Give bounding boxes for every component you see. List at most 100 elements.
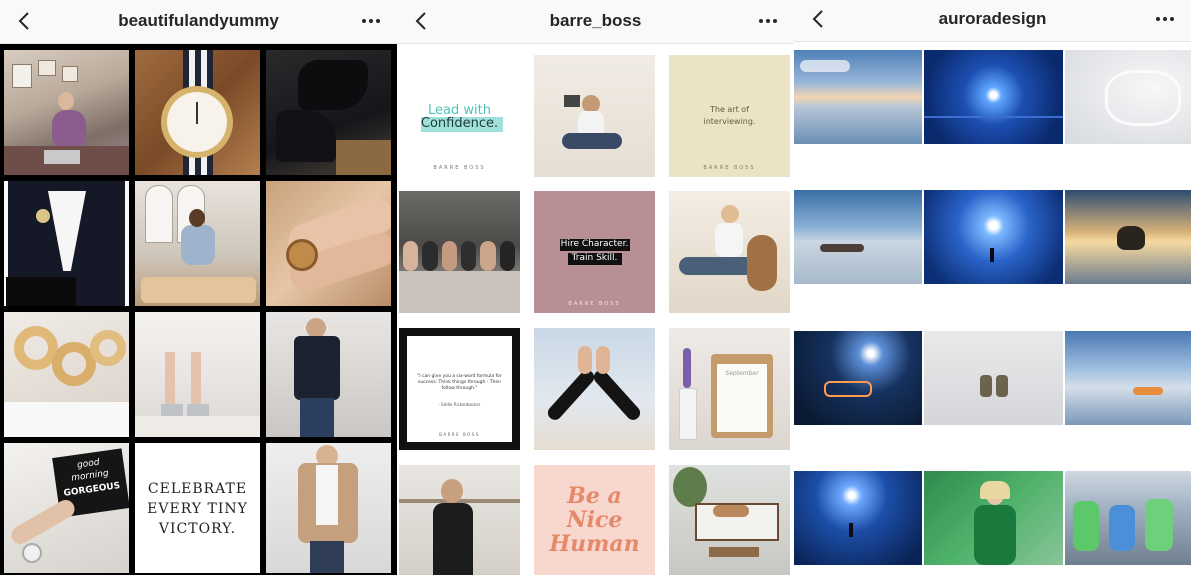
chevron-left-icon[interactable] <box>808 8 830 30</box>
post-thumbnail-sunset-rock[interactable] <box>1065 190 1191 284</box>
quote-text: success: Think things through - Then <box>417 380 502 385</box>
hand <box>596 346 610 374</box>
post-thumbnail-boots-salt[interactable] <box>924 331 1063 425</box>
vase <box>679 388 697 440</box>
post-thumbnail-ring[interactable] <box>266 181 391 306</box>
post-thumbnail-good-morning[interactable]: good morning GORGEOUS <box>4 443 129 573</box>
brand-mark: BARRE BOSS <box>703 165 756 171</box>
boot <box>980 375 992 397</box>
post-thumbnail-art-interviewing[interactable]: The art of interviewing. BARRE BOSS <box>669 55 790 177</box>
watch <box>36 209 50 223</box>
profile-panel-beautifulandyummy: beautifulandyummy good morning GORGEOUS … <box>0 0 397 575</box>
horizon <box>924 116 1063 118</box>
post-thumbnail-bench-dog[interactable] <box>669 465 790 575</box>
post-thumbnail-churros[interactable] <box>4 312 129 437</box>
post-thumbnail-watch[interactable] <box>135 50 260 175</box>
post-thumbnail-light-writing[interactable] <box>794 331 922 425</box>
plant <box>673 467 707 507</box>
post-text: Confidence. <box>420 116 499 131</box>
more-horizontal-icon[interactable] <box>1153 8 1177 30</box>
profile-panel-barre-boss: barre_boss Lead with Confidence. BARRE B… <box>397 0 794 575</box>
shirt <box>316 465 338 525</box>
brand-mark: BARRE BOSS <box>568 301 621 307</box>
calendar-label: September <box>725 370 759 377</box>
person-figure <box>1145 499 1173 551</box>
person-head <box>58 92 74 110</box>
person-head <box>189 209 205 227</box>
group-people <box>403 241 515 271</box>
jacket <box>974 505 1016 565</box>
glowing-rock <box>1133 387 1163 395</box>
leg <box>165 352 175 412</box>
post-thumbnail-outdoor-event[interactable] <box>1065 471 1191 565</box>
post-text: Train Skill. <box>571 253 618 263</box>
laptop <box>44 150 80 164</box>
jeans <box>310 541 344 573</box>
dog <box>747 235 777 291</box>
person-silhouette <box>849 523 853 537</box>
post-thumbnail-barre-class[interactable] <box>399 465 520 575</box>
post-thumbnail-reflection-night[interactable] <box>794 471 922 565</box>
post-thumbnail-hire-character[interactable]: Hire Character. Train Skill. BARRE BOSS <box>534 191 655 313</box>
shoe <box>161 404 183 416</box>
wall-frame <box>38 60 56 76</box>
table <box>709 547 759 557</box>
leg <box>191 352 201 412</box>
post-thumbnail-person-night-sky[interactable] <box>924 190 1063 284</box>
more-horizontal-icon[interactable] <box>756 10 780 32</box>
post-thumbnail-blazer[interactable] <box>4 181 129 306</box>
post-thumbnail-heels[interactable] <box>135 312 260 437</box>
person-head <box>721 205 739 223</box>
post-thumbnail-clipboard[interactable]: September <box>669 328 790 450</box>
window <box>145 185 173 243</box>
brand-mark: BARRE BOSS <box>439 432 480 437</box>
light-trail <box>824 381 872 397</box>
post-thumbnail-living-room[interactable] <box>4 50 129 175</box>
person-head <box>306 318 326 338</box>
post-thumbnail-nice-human[interactable]: Be a Nice Human <box>534 465 655 575</box>
more-horizontal-icon[interactable] <box>359 10 383 32</box>
food-plate <box>141 277 256 303</box>
arm <box>591 367 643 423</box>
post-text: Be a <box>567 483 622 509</box>
laptop <box>564 95 580 107</box>
rug <box>135 416 260 437</box>
post-thumbnail-lead-confidence[interactable]: Lead with Confidence. BARRE BOSS <box>399 55 520 177</box>
post-text: The art of <box>709 105 749 114</box>
post-thumbnail-speaker-stage[interactable] <box>924 471 1063 565</box>
post-thumbnail-yoga-laptop[interactable] <box>534 55 655 177</box>
person-figure <box>1109 505 1135 551</box>
hand <box>578 346 592 374</box>
quote-line: CELEBRATE <box>147 481 248 497</box>
hair <box>980 481 1010 499</box>
post-thumbnail-lake-rocks[interactable] <box>794 190 922 284</box>
post-thumbnail-man-coat[interactable] <box>266 312 391 437</box>
post-thumbnail-cafe[interactable] <box>135 181 260 306</box>
post-thumbnail-group-photo[interactable] <box>399 191 520 313</box>
post-text: Human <box>549 531 640 557</box>
post-thumbnail-boots[interactable] <box>266 50 391 175</box>
post-thumbnail-camel-coat[interactable] <box>266 443 391 573</box>
post-thumbnail-salt-lake-sunset[interactable] <box>794 50 922 144</box>
post-thumbnail-celebrate-quote[interactable]: CELEBRATE EVERY TINY VICTORY. <box>135 443 260 573</box>
boot <box>996 375 1008 397</box>
brand-mark: BARRE BOSS <box>433 165 486 171</box>
watch-hand <box>196 102 198 124</box>
post-thumbnail-milky-way-lake[interactable] <box>924 50 1063 144</box>
post-thumbnail-sunrise-lake[interactable] <box>1065 331 1191 425</box>
post-text: interviewing. <box>703 117 756 126</box>
person-head <box>441 479 463 503</box>
post-thumbnail-quote-card[interactable]: "I can give you a six-word formula for s… <box>399 328 520 450</box>
profile-header: beautifulandyummy <box>0 0 397 44</box>
salt-ridge <box>1105 70 1181 126</box>
post-thumbnail-woman-dog[interactable] <box>669 191 790 313</box>
jeans <box>300 398 334 437</box>
post-text: Hire Character. <box>560 239 629 249</box>
chevron-left-icon[interactable] <box>411 10 433 32</box>
leggings <box>679 257 755 275</box>
churro <box>90 330 126 366</box>
dog <box>713 505 749 517</box>
post-thumbnail-raised-hands[interactable] <box>534 328 655 450</box>
post-thumbnail-salt-crust[interactable] <box>1065 50 1191 144</box>
chevron-left-icon[interactable] <box>14 10 36 32</box>
